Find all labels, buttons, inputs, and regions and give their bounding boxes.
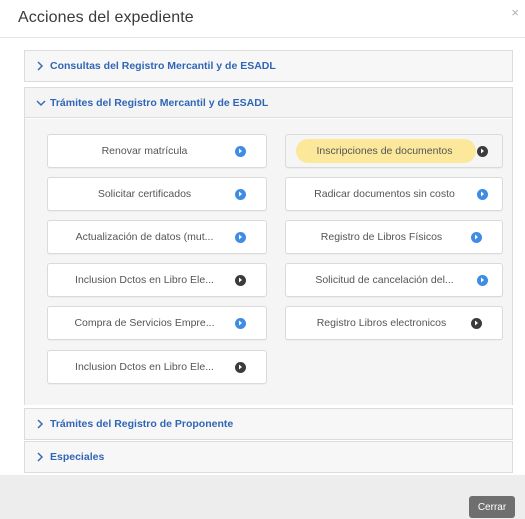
action-label: Inclusion Dctos en Libro Ele... <box>75 361 214 373</box>
action-label: Renovar matrícula <box>101 145 188 157</box>
action-label: Compra de Servicios Empre... <box>74 317 215 329</box>
arrow-right-circle-icon <box>477 145 488 157</box>
action-registro-libros-fisicos-button[interactable]: Registro de Libros Físicos <box>285 220 503 254</box>
action-inscripciones-documentos-button[interactable]: Inscripciones de documentos <box>285 134 503 168</box>
arrow-right-circle-icon <box>235 145 246 157</box>
close-icon[interactable]: × <box>511 6 519 19</box>
action-inclusion-dctos-libro-2-button[interactable]: Inclusion Dctos en Libro Ele... <box>47 350 267 384</box>
action-registro-libros-electronicos-button[interactable]: Registro Libros electronicos <box>285 306 503 340</box>
chevron-right-icon <box>36 61 50 71</box>
dialog-title: Acciones del expediente <box>18 9 194 26</box>
section-consultas-header[interactable]: Consultas del Registro Mercantil y de ES… <box>25 51 512 81</box>
action-label: Registro de Libros Físicos <box>320 231 443 243</box>
arrow-right-circle-icon <box>471 317 482 329</box>
section-especiales-header[interactable]: Especiales <box>25 442 512 472</box>
section-tramites-proponente-header[interactable]: Trámites del Registro de Proponente <box>25 409 512 439</box>
section-especiales-label: Especiales <box>50 451 105 463</box>
arrow-right-circle-icon <box>477 188 488 200</box>
action-solicitar-certificados-button[interactable]: Solicitar certificados <box>47 177 267 211</box>
action-renovar-matricula-button[interactable]: Renovar matrícula <box>47 134 267 168</box>
arrow-right-circle-icon <box>471 231 482 243</box>
action-solicitud-cancelacion-button[interactable]: Solicitud de cancelación del... <box>285 263 503 297</box>
action-label: Solicitud de cancelación del... <box>315 274 454 286</box>
action-label: Solicitar certificados <box>97 188 192 200</box>
section-especiales: Especiales <box>24 441 513 473</box>
arrow-right-circle-icon <box>235 231 246 243</box>
section-consultas-label: Consultas del Registro Mercantil y de ES… <box>50 60 276 72</box>
arrow-right-circle-icon <box>235 317 246 329</box>
chevron-down-icon <box>36 99 50 107</box>
dialog-header: Acciones del expediente × <box>0 0 525 38</box>
arrow-right-circle-icon <box>235 274 246 286</box>
chevron-right-icon <box>36 419 50 429</box>
arrow-right-circle-icon <box>235 188 246 200</box>
arrow-right-circle-icon <box>477 274 488 286</box>
dialog-footer <box>0 475 525 519</box>
action-label: Radicar documentos sin costo <box>314 188 455 200</box>
section-tramites-proponente: Trámites del Registro de Proponente <box>24 408 513 440</box>
section-tramites-mercantil-label: Trámites del Registro Mercantil y de ESA… <box>50 96 269 109</box>
chevron-right-icon <box>36 452 50 462</box>
close-button[interactable]: Cerrar <box>469 496 515 518</box>
expediente-actions-dialog: Acciones del expediente × Consultas del … <box>0 0 525 519</box>
action-radicar-documentos-button[interactable]: Radicar documentos sin costo <box>285 177 503 211</box>
action-label: Inscripciones de documentos <box>316 145 453 157</box>
section-tramites-mercantil-header[interactable]: Trámites del Registro Mercantil y de ESA… <box>25 88 512 118</box>
action-label: Registro Libros electronicos <box>316 317 447 329</box>
action-inclusion-dctos-libro-button[interactable]: Inclusion Dctos en Libro Ele... <box>47 263 267 297</box>
section-consultas: Consultas del Registro Mercantil y de ES… <box>24 50 513 82</box>
arrow-right-circle-icon <box>235 361 246 373</box>
section-tramites-proponente-label: Trámites del Registro de Proponente <box>50 418 234 430</box>
action-actualizacion-datos-button[interactable]: Actualización de datos (mut... <box>47 220 267 254</box>
action-label: Inclusion Dctos en Libro Ele... <box>75 274 214 286</box>
action-label: Actualización de datos (mut... <box>75 231 214 243</box>
action-compra-servicios-button[interactable]: Compra de Servicios Empre... <box>47 306 267 340</box>
